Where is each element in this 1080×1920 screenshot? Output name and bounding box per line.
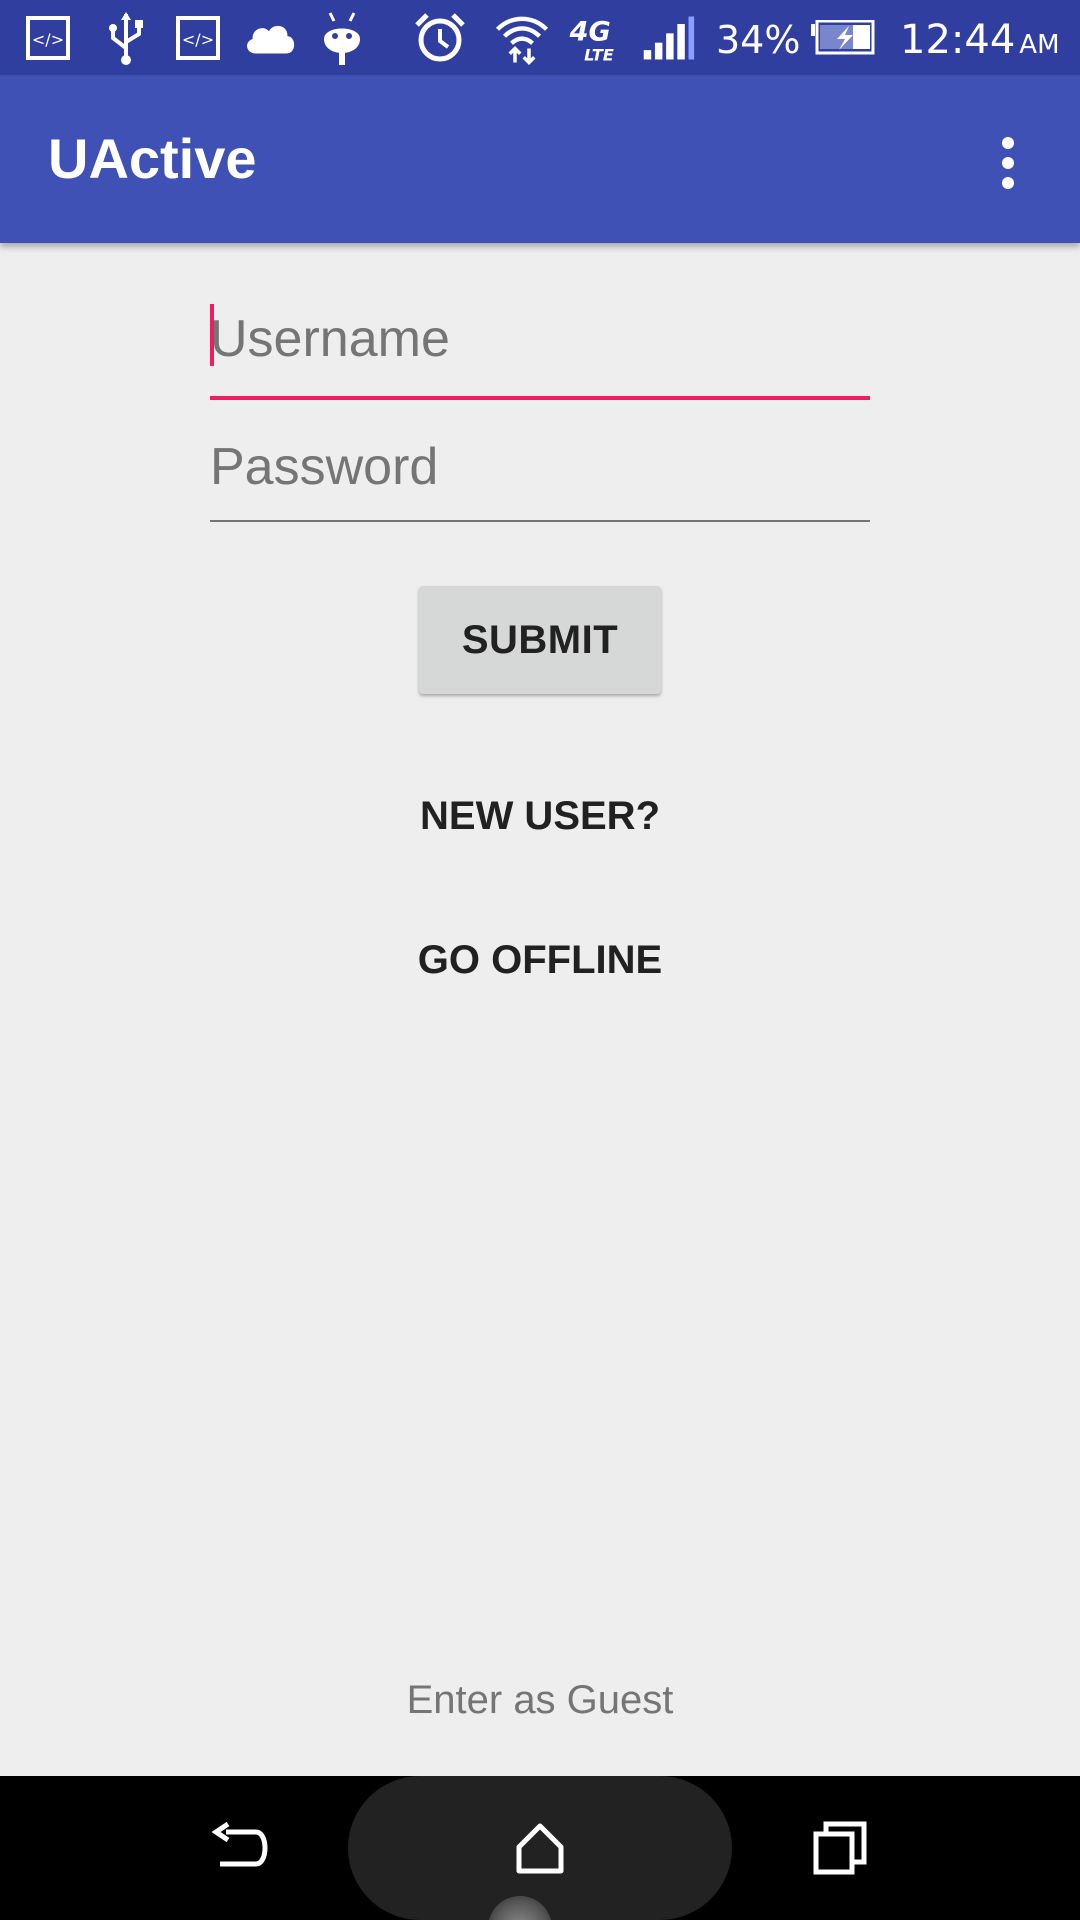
android-icon (314, 10, 370, 66)
signal-icon (640, 10, 696, 66)
code-icon: </> (20, 10, 76, 66)
password-underline (210, 520, 870, 522)
submit-button[interactable]: SUBMIT (419, 586, 661, 694)
navigation-bar (0, 1776, 1080, 1920)
svg-text:</>: </> (182, 30, 214, 49)
username-input[interactable] (210, 290, 870, 388)
battery-charging-icon (808, 10, 878, 66)
enter-as-guest-link[interactable]: Enter as Guest (340, 1660, 740, 1740)
clock: 12:44 AM (900, 12, 1060, 73)
wifi-icon (494, 10, 550, 66)
overflow-dot (1002, 177, 1014, 189)
svg-text:LTE: LTE (584, 46, 614, 65)
alarm-icon (412, 10, 468, 66)
username-underline (210, 396, 870, 400)
status-bar: </> </> 4G LTE 34% 12:44 AM (0, 0, 1080, 75)
overflow-dot (1002, 157, 1014, 169)
back-icon[interactable] (190, 1798, 290, 1898)
username-field-container (210, 290, 870, 400)
svg-text:4G: 4G (569, 17, 611, 48)
password-field-container (210, 418, 870, 522)
new-user-button[interactable]: NEW USER? (340, 771, 740, 861)
screen: </> </> 4G LTE 34% 12:44 AM UActive User… (0, 0, 1080, 1920)
overflow-dot (1002, 137, 1014, 149)
usb-icon (98, 10, 154, 66)
home-icon[interactable] (490, 1798, 590, 1898)
svg-text:</>: </> (32, 30, 64, 49)
battery-percent: 34% (716, 18, 801, 62)
password-input[interactable] (210, 418, 870, 516)
code-icon: </> (170, 10, 226, 66)
clock-time: 12:44 (900, 17, 1016, 63)
app-bar: UActive (0, 75, 1080, 243)
recents-icon[interactable] (790, 1798, 890, 1898)
cloud-icon (242, 10, 298, 66)
app-title: UActive (48, 127, 257, 190)
overflow-menu-icon[interactable] (970, 125, 1046, 201)
clock-ampm: AM (1019, 30, 1060, 60)
text-cursor (210, 304, 214, 366)
lte-4g-icon: 4G LTE (566, 10, 622, 66)
go-offline-button[interactable]: GO OFFLINE (340, 915, 740, 1005)
